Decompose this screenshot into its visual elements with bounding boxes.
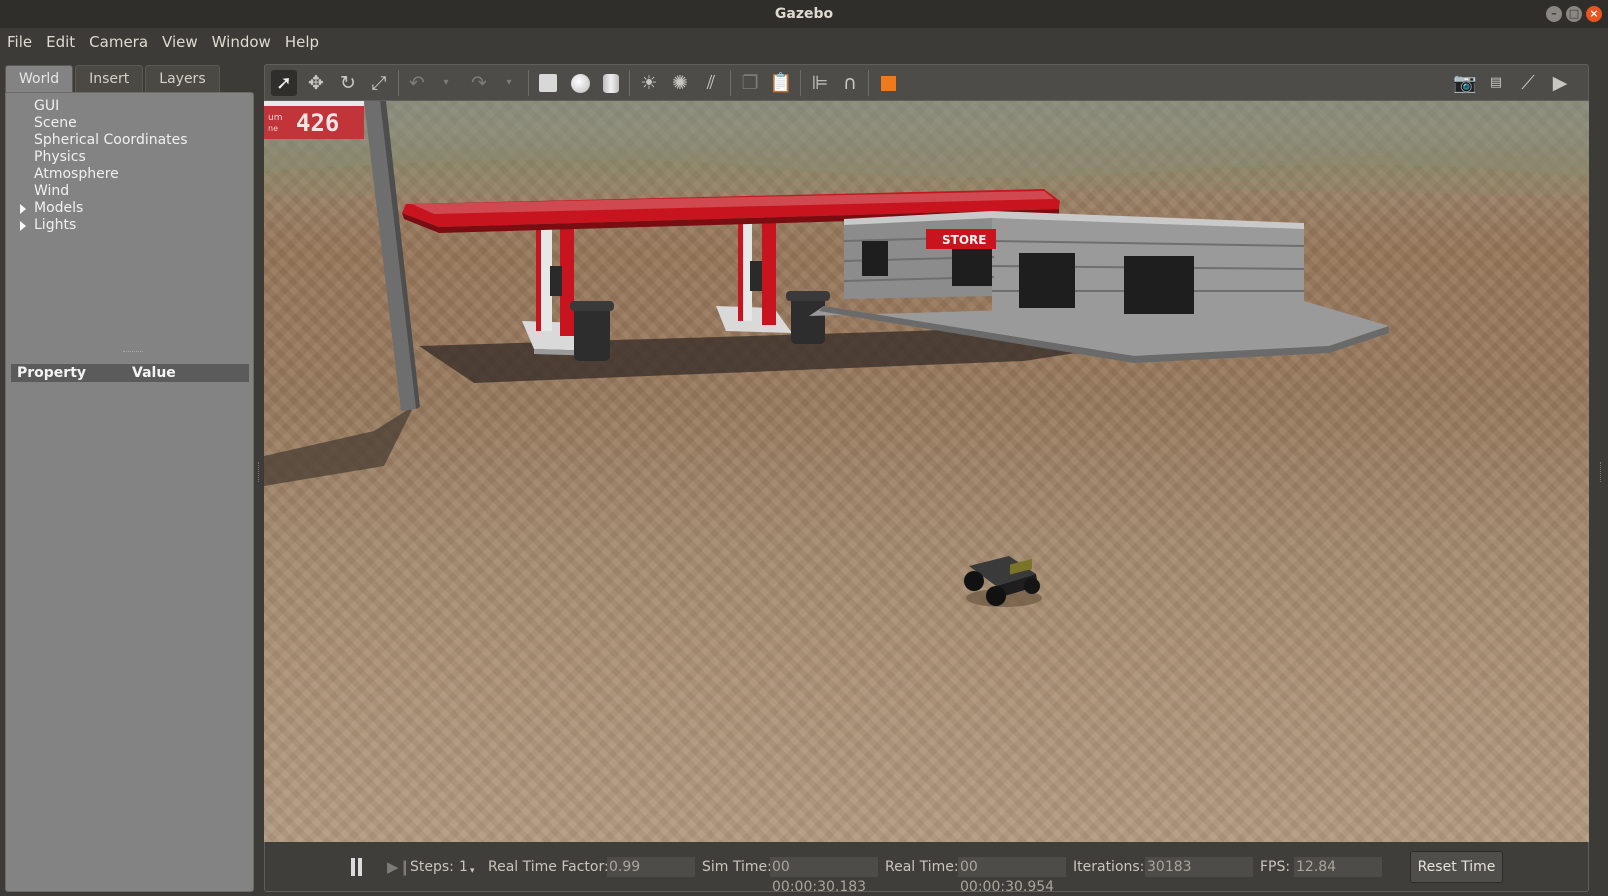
directional-light-icon[interactable]: ⫽ [698, 70, 724, 96]
property-table-header: Property Value [11, 364, 249, 382]
menu-file[interactable]: File [0, 28, 39, 56]
redo-history-icon[interactable]: ▾ [496, 70, 522, 96]
menu-bar: File Edit Camera View Window Help [0, 28, 1608, 56]
tree-item-physics[interactable]: Physics [12, 149, 188, 166]
menu-view[interactable]: View [155, 28, 205, 56]
window-title: Gazebo [774, 6, 834, 22]
tree-item-spherical-coordinates[interactable]: Spherical Coordinates [12, 132, 188, 149]
minimize-icon[interactable]: – [1546, 6, 1562, 22]
tree-item-atmosphere[interactable]: Atmosphere [12, 166, 188, 183]
value-column-header[interactable]: Value [132, 364, 176, 382]
tab-layers[interactable]: Layers [145, 65, 220, 92]
undo-history-icon[interactable]: ▾ [433, 70, 459, 96]
fuel-pump-1 [522, 226, 614, 361]
steps-label: Steps: [410, 859, 454, 875]
svg-text:um: um [268, 113, 282, 123]
steps-value[interactable]: 1 [459, 859, 468, 876]
steps-dropdown-icon[interactable]: ▾ [470, 863, 475, 880]
panel-splitter-handle[interactable] [123, 351, 143, 353]
tree-item-label: Models [34, 200, 84, 216]
log-icon[interactable]: ▤ [1483, 70, 1509, 96]
tree-item-label: Lights [34, 217, 77, 233]
cylinder-icon[interactable] [598, 70, 624, 96]
scene-toolbar: ➚ ✥ ↻ ⤢ ↶ ▾ ↷ ▾ ☀ ✺ ⫽ ❐ 📋 ⊫ ∩ 📷 ▤ ⟋ ▶ [264, 64, 1589, 101]
menu-camera[interactable]: Camera [82, 28, 155, 56]
real-time-field: 00 00:00:30.954 [958, 857, 1066, 895]
sim-time-field: 00 00:00:30.183 [770, 857, 878, 895]
right-splitter-handle[interactable] [1600, 462, 1602, 482]
tree-item-gui[interactable]: GUI [12, 98, 188, 115]
fps-field: 12.84 [1294, 857, 1382, 877]
tree-item-label: Atmosphere [34, 166, 119, 182]
paste-icon[interactable]: 📋 [768, 70, 794, 96]
screenshot-icon[interactable]: 📷 [1452, 70, 1478, 96]
expand-arrow-icon[interactable] [20, 221, 26, 231]
sign-price: 426 [296, 109, 339, 137]
menu-window[interactable]: Window [205, 28, 278, 56]
world-panel: GUI Scene Spherical Coordinates Physics … [5, 92, 254, 892]
simulation-status-bar: ▶❙ Steps: 1 ▾ Real Time Factor: 0.99 Sim… [264, 842, 1589, 895]
tab-world[interactable]: World [5, 65, 74, 92]
scale-icon[interactable]: ⤢ [366, 70, 392, 96]
tree-item-label: Scene [34, 115, 77, 131]
close-icon[interactable]: × [1586, 6, 1602, 22]
property-column-header[interactable]: Property [11, 364, 132, 382]
expand-arrow-icon[interactable] [20, 204, 26, 214]
rtf-label: Real Time Factor: [488, 859, 609, 875]
fuel-pump-2 [716, 221, 830, 344]
sim-time-label: Sim Time: [702, 859, 772, 875]
sphere-icon[interactable] [567, 70, 593, 96]
left-splitter-handle[interactable] [258, 462, 260, 482]
select-arrow-icon[interactable]: ➚ [271, 70, 297, 96]
tree-item-wind[interactable]: Wind [12, 183, 188, 200]
view-angle-icon[interactable] [875, 70, 901, 96]
tree-item-scene[interactable]: Scene [12, 115, 188, 132]
window-titlebar: Gazebo – □ × [0, 0, 1608, 28]
align-icon[interactable]: ⊫ [807, 70, 833, 96]
world-tree: GUI Scene Spherical Coordinates Physics … [12, 98, 188, 234]
iterations-field: 30183 [1145, 857, 1253, 877]
video-record-icon[interactable]: ▶ [1547, 70, 1573, 96]
scene-viewport[interactable]: um ne 426 STORE [264, 101, 1589, 842]
box-icon[interactable] [535, 70, 561, 96]
tree-item-label: Spherical Coordinates [34, 132, 188, 148]
fps-label: FPS: [1260, 859, 1291, 875]
rotate-icon[interactable]: ↻ [335, 70, 361, 96]
menu-edit[interactable]: Edit [39, 28, 82, 56]
redo-icon[interactable]: ↷ [466, 70, 492, 96]
reset-time-button[interactable]: Reset Time [1410, 851, 1503, 883]
tree-item-lights[interactable]: Lights [12, 217, 188, 234]
svg-text:ne: ne [268, 124, 278, 133]
undo-icon[interactable]: ↶ [404, 70, 430, 96]
store-sign-text: STORE [942, 233, 986, 247]
point-light-icon[interactable]: ☀ [636, 70, 662, 96]
snap-icon[interactable]: ∩ [837, 70, 863, 96]
tree-item-label: Physics [34, 149, 86, 165]
iterations-label: Iterations: [1073, 859, 1145, 875]
rtf-field: 0.99 [607, 857, 695, 877]
menu-help[interactable]: Help [278, 28, 326, 56]
spot-light-icon[interactable]: ✺ [667, 70, 693, 96]
copy-icon[interactable]: ❐ [737, 70, 763, 96]
left-panel-tabs: World Insert Layers [5, 65, 220, 92]
maximize-icon[interactable]: □ [1566, 6, 1582, 22]
pause-icon[interactable] [350, 858, 364, 876]
scene-render: um ne 426 STORE [264, 101, 1589, 607]
plot-icon[interactable]: ⟋ [1515, 70, 1541, 96]
step-forward-icon[interactable]: ▶❙ [387, 858, 411, 876]
tree-item-label: Wind [34, 183, 70, 199]
robot-vehicle [964, 556, 1042, 607]
translate-icon[interactable]: ✥ [303, 70, 329, 96]
real-time-label: Real Time: [885, 859, 959, 875]
tree-item-label: GUI [34, 98, 60, 114]
window-controls: – □ × [1546, 6, 1602, 22]
tab-insert[interactable]: Insert [75, 65, 144, 92]
tree-item-models[interactable]: Models [12, 200, 188, 217]
